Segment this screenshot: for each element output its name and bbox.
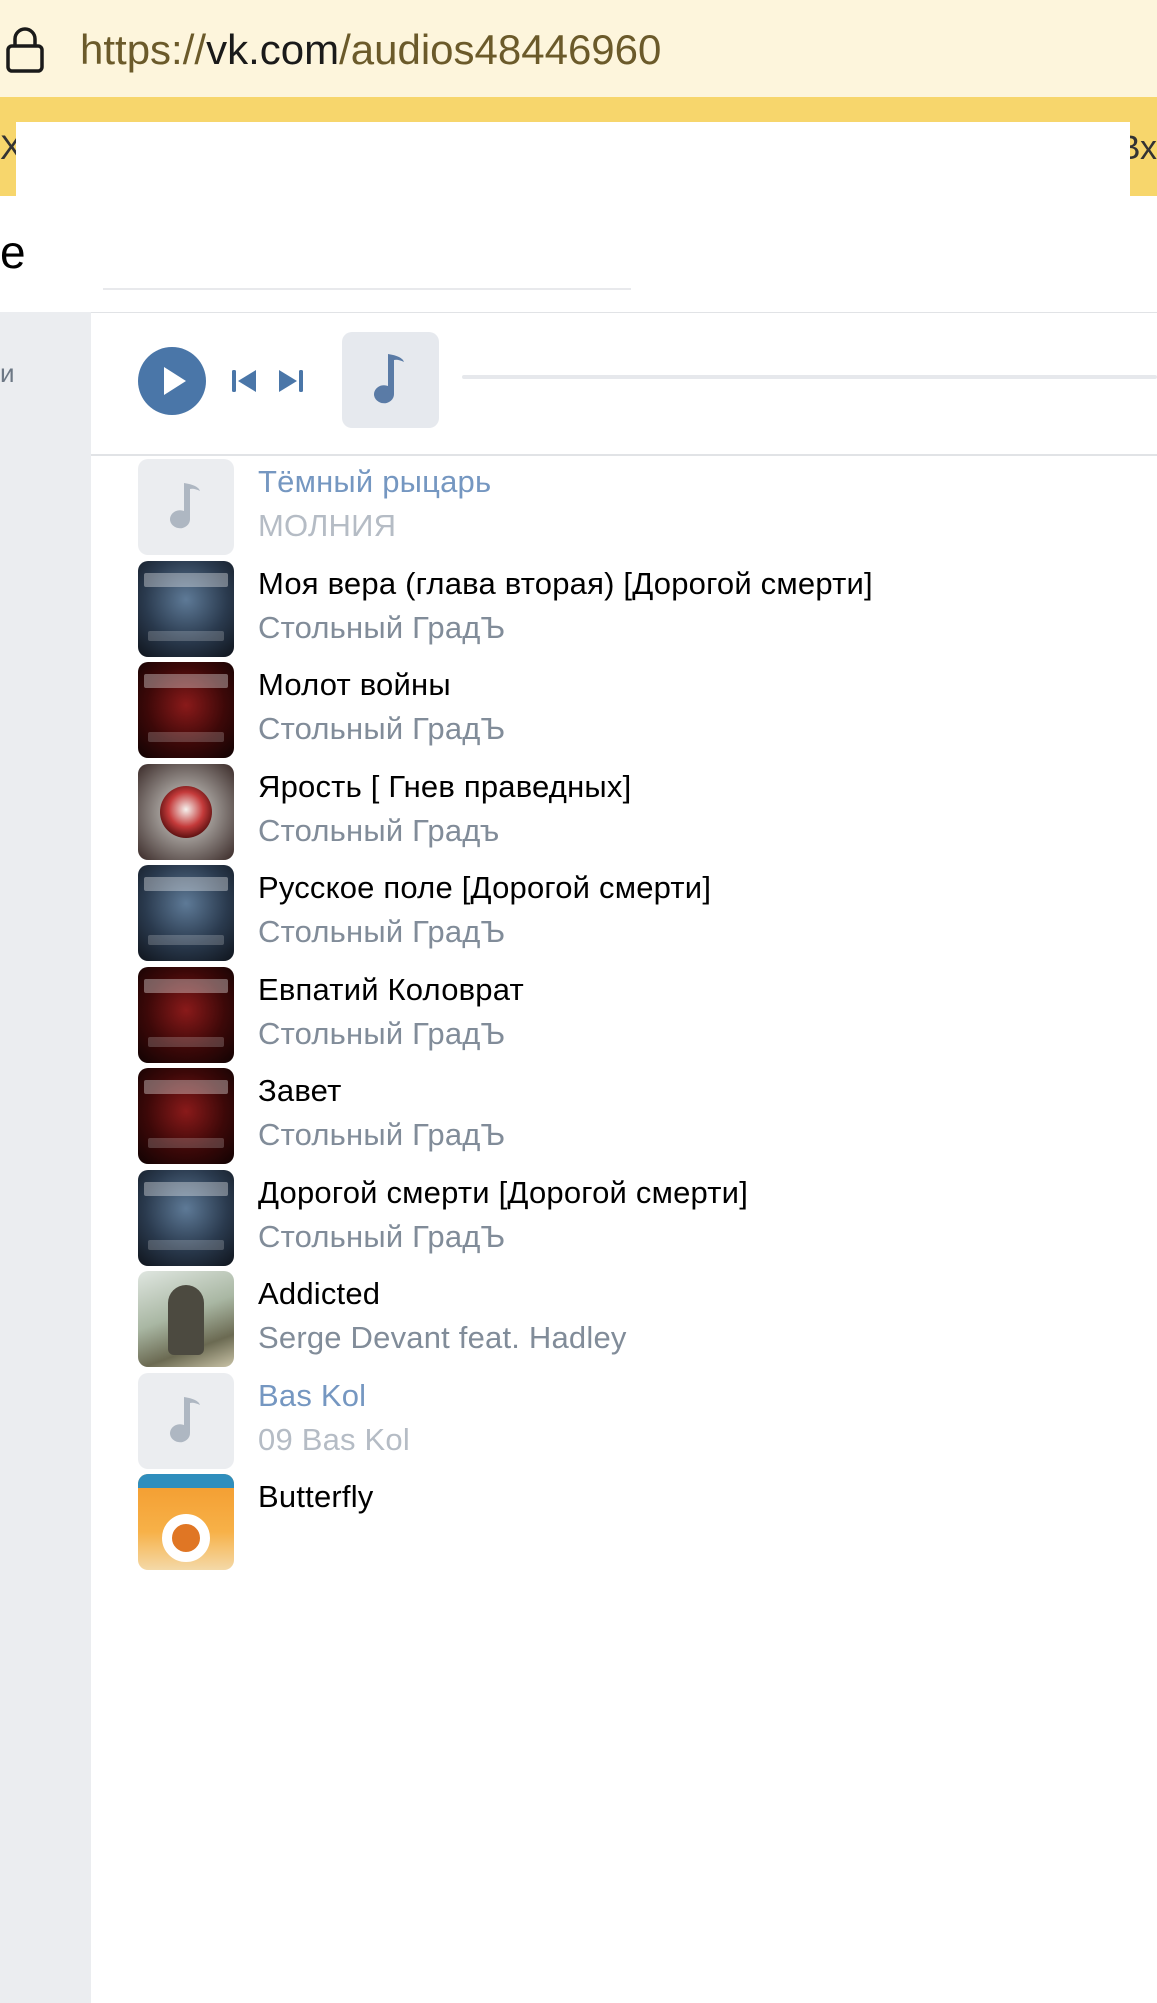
playback-progress-bar[interactable]	[462, 375, 1157, 379]
track-artist[interactable]: Стольный ГрадЪ	[258, 1217, 505, 1257]
track-row[interactable]: Дорогой смерти [Дорогой смерти] Стольный …	[138, 1170, 1138, 1266]
track-cover[interactable]	[138, 662, 234, 758]
track-title[interactable]: Butterfly	[258, 1477, 374, 1517]
url-scheme: https://	[80, 26, 207, 73]
url-path: /audios48446960	[339, 26, 662, 73]
left-sidebar	[0, 312, 91, 2003]
track-cover[interactable]	[138, 1068, 234, 1164]
track-row[interactable]: Addicted Serge Devant feat. Hadley	[138, 1271, 1138, 1367]
track-cover[interactable]	[138, 561, 234, 657]
lock-icon	[6, 27, 44, 73]
music-note-icon	[374, 354, 404, 404]
track-cover[interactable]	[138, 1474, 234, 1570]
address-bar[interactable]: https://vk.com/audios48446960	[0, 0, 1157, 97]
track-row[interactable]: Евпатий Коловрат Стольный ГрадЪ	[138, 967, 1138, 1063]
track-title[interactable]: Евпатий Коловрат	[258, 970, 524, 1010]
track-cover[interactable]	[138, 459, 234, 555]
music-note-icon	[170, 483, 200, 529]
track-row[interactable]: Завет Стольный ГрадЪ	[138, 1068, 1138, 1164]
url-text[interactable]: https://vk.com/audios48446960	[80, 22, 661, 78]
current-track-cover[interactable]	[342, 332, 439, 428]
music-note-icon	[170, 1397, 200, 1443]
track-title[interactable]: Моя вера (глава вторая) [Дорогой смерти]	[258, 564, 873, 604]
track-cover[interactable]	[138, 1373, 234, 1469]
track-row[interactable]: Молот войны Стольный ГрадЪ	[138, 662, 1138, 758]
track-row[interactable]: Моя вера (глава вторая) [Дорогой смерти]…	[138, 561, 1138, 657]
track-title[interactable]: Ярость [ Гнев праведных]	[258, 767, 631, 807]
play-button[interactable]	[138, 347, 206, 415]
track-title[interactable]: Дорогой смерти [Дорогой смерти]	[258, 1173, 748, 1213]
track-row[interactable]: Тёмный рыцарь МОЛНИЯ	[138, 459, 1138, 555]
header-divider	[103, 288, 631, 290]
url-host: vk.com	[206, 26, 340, 73]
track-title[interactable]: Bas Kol	[258, 1376, 366, 1416]
track-row[interactable]: Ярость [ Гнев праведных] Стольный Градъ	[138, 764, 1138, 860]
player-divider	[91, 312, 1157, 313]
track-title[interactable]: Тёмный рыцарь	[258, 462, 491, 502]
play-icon	[164, 367, 186, 395]
page-title-fragment: е	[0, 226, 26, 278]
track-artist[interactable]: Стольный Градъ	[258, 811, 499, 851]
track-list: ЯАVЬ (ЁЛКА)02.Happy Birthday to me!(Sega…	[91, 312, 1157, 2003]
page-header	[0, 196, 1157, 312]
track-row[interactable]: Bas Kol 09 Bas Kol	[138, 1373, 1138, 1469]
track-cover[interactable]	[138, 865, 234, 961]
audio-player-bar	[91, 312, 1157, 456]
track-artist[interactable]: Serge Devant feat. Hadley	[258, 1318, 627, 1358]
skip-previous-icon[interactable]	[230, 368, 258, 394]
track-title[interactable]: Русское поле [Дорогой смерти]	[258, 868, 711, 908]
track-cover[interactable]	[138, 1271, 234, 1367]
track-title[interactable]: Молот войны	[258, 665, 451, 705]
skip-next-icon[interactable]	[277, 368, 305, 394]
track-artist[interactable]: Стольный ГрадЪ	[258, 608, 505, 648]
track-cover[interactable]	[138, 764, 234, 860]
track-cover[interactable]	[138, 1170, 234, 1266]
track-artist[interactable]: Стольный ГрадЪ	[258, 1115, 505, 1155]
track-title[interactable]: Addicted	[258, 1274, 380, 1314]
track-artist[interactable]: Стольный ГрадЪ	[258, 1014, 505, 1054]
track-artist[interactable]: 09 Bas Kol	[258, 1420, 410, 1460]
track-artist[interactable]: МОЛНИЯ	[258, 506, 396, 546]
track-row[interactable]: Русское поле [Дорогой смерти] Стольный Гр…	[138, 865, 1138, 961]
track-artist[interactable]: Стольный ГрадЪ	[258, 912, 505, 952]
track-cover[interactable]	[138, 967, 234, 1063]
track-row[interactable]: Butterfly	[138, 1474, 1138, 1570]
track-title[interactable]: Завет	[258, 1071, 342, 1111]
track-artist[interactable]: Стольный ГрадЪ	[258, 709, 505, 749]
sidebar-item-fragment[interactable]: и	[0, 358, 15, 388]
